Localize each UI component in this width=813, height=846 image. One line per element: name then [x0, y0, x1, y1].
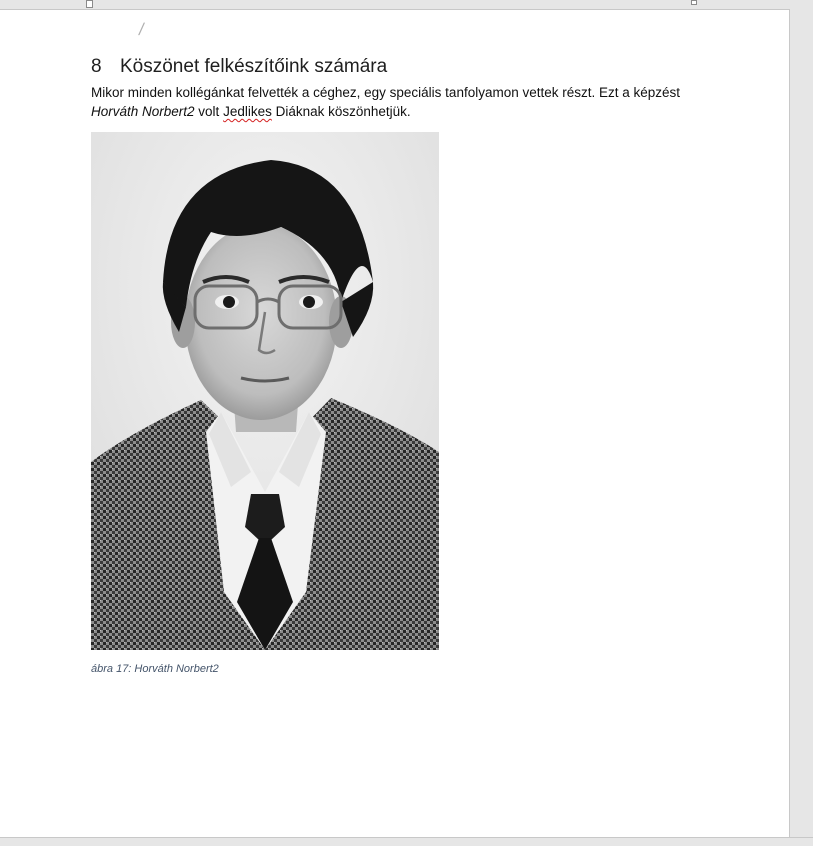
vertical-scrollbar[interactable]: [789, 9, 813, 837]
text-end: Diáknak köszönhetjük.: [271, 104, 411, 119]
status-bar-edge: [0, 837, 813, 846]
misspelled-word[interactable]: Jedlikes: [223, 104, 272, 119]
portrait-photo[interactable]: [91, 132, 439, 650]
figure-caption: ábra 17: Horváth Norbert2: [91, 663, 219, 675]
heading-number: 8: [91, 56, 102, 77]
italic-name: Horváth Norbert2: [91, 104, 195, 119]
left-indent-marker[interactable]: [86, 0, 93, 8]
section-heading[interactable]: 8 Köszönet felkészítőink számára: [91, 56, 387, 78]
heading-title: Köszönet felkészítőink számára: [120, 56, 388, 77]
page-corner-mark: /: [137, 20, 146, 39]
right-indent-marker[interactable]: [691, 0, 697, 5]
body-paragraph[interactable]: Mikor minden kollégánkat felvették a cég…: [91, 83, 711, 121]
paragraph-line-2: Horváth Norbert2 volt Jedlikes Diáknak k…: [91, 102, 711, 121]
text-volt: volt: [194, 104, 224, 119]
paragraph-line-1: Mikor minden kollégánkat felvették a cég…: [91, 85, 681, 100]
